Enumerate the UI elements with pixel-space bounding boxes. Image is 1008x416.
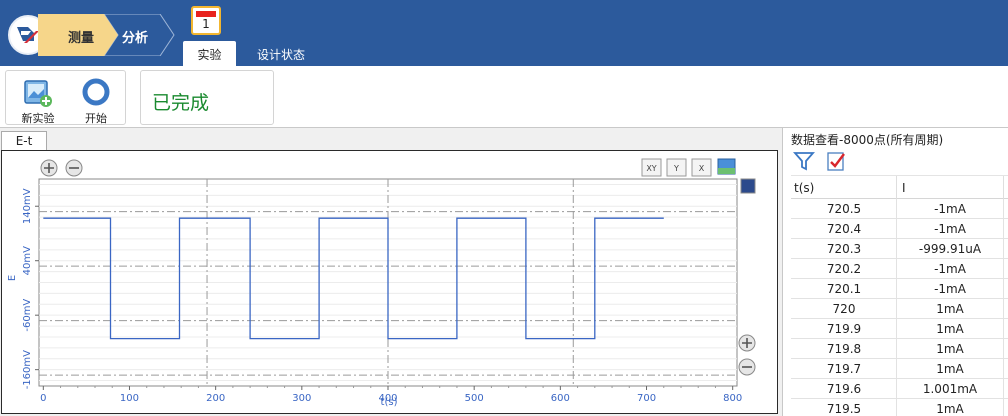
table-row[interactable]: 719.9 1mA <box>791 319 1008 339</box>
zoom-in-icon[interactable] <box>40 159 58 177</box>
x-axis-label: t(s) <box>381 397 398 408</box>
fit-xy-icon[interactable]: XY <box>641 158 662 177</box>
table-row[interactable]: 719.8 1mA <box>791 339 1008 359</box>
table-row[interactable]: 719.5 1mA <box>791 399 1008 416</box>
plot-axes: 0 100 200 300 400 500 600 700 800140mV40mV-60mV-… <box>22 188 742 404</box>
table-row[interactable]: 720 1mA <box>791 299 1008 319</box>
cell-t: 720.4 <box>826 222 862 236</box>
y-tick-label: -160mV <box>22 350 33 389</box>
svg-text:XY: XY <box>646 164 656 173</box>
status-panel: 已完成 <box>140 70 274 125</box>
fit-y-icon[interactable]: Y <box>666 158 687 177</box>
start-button[interactable]: 开始 <box>74 77 118 125</box>
fit-x-icon[interactable]: X <box>691 158 712 177</box>
cell-i: -1mA <box>934 222 966 236</box>
ribbon-toolbar: 新实验 开始 已完成 <box>0 66 1008 128</box>
table-row[interactable]: 719.7 1mA <box>791 359 1008 379</box>
new-experiment-button[interactable]: 新实验 <box>16 77 60 125</box>
calendar-day: 1 <box>202 17 210 31</box>
table-row[interactable]: 719.6 1.001mA <box>791 379 1008 399</box>
chart-frame: XY Y X 0 100 200 300 400 500 600 700 800… <box>1 150 778 414</box>
cell-i: -1mA <box>934 262 966 276</box>
table-row[interactable]: 720.2 -1mA <box>791 259 1008 279</box>
breadcrumb-analysis-label: 分析 <box>122 31 149 46</box>
cell-i: -1mA <box>934 282 966 296</box>
data-view-title: 数据查看-8000点(所有周期) <box>791 133 944 147</box>
ribbon-group-actions: 新实验 开始 <box>5 70 126 125</box>
y-axis-label: E <box>7 275 18 281</box>
table-row[interactable]: 720.3 -999.91uA <box>791 239 1008 259</box>
filter-icon[interactable] <box>793 150 815 172</box>
app-window: 分析 测量 1 实验 设计状态 新实验 开始 已完成 E-t XY Y X 0 … <box>0 0 1008 416</box>
x-tick-label: 700 <box>637 393 656 404</box>
y-tick-label: -60mV <box>22 299 33 332</box>
cell-t: 720.3 <box>826 242 862 256</box>
cell-t: 720 <box>832 302 856 316</box>
x-tick-label: 800 <box>723 393 742 404</box>
table-row[interactable]: 720.4 -1mA <box>791 219 1008 239</box>
calendar-icon[interactable]: 1 <box>191 6 221 35</box>
y-zoom-out-icon[interactable] <box>738 358 756 376</box>
svg-text:X: X <box>699 164 705 173</box>
tab-e-t[interactable]: E-t <box>1 131 47 151</box>
cell-t: 719.8 <box>826 342 862 356</box>
column-header-t[interactable]: t(s) <box>794 181 814 195</box>
cell-i: 1mA <box>936 362 964 376</box>
x-tick-label: 500 <box>465 393 484 404</box>
x-tick-label: 100 <box>120 393 139 404</box>
tab-experiment[interactable]: 实验 <box>183 41 236 66</box>
zoom-out-icon[interactable] <box>65 159 83 177</box>
cell-i: -1mA <box>934 202 966 216</box>
y-zoom-in-icon[interactable] <box>738 334 756 352</box>
cell-t: 719.5 <box>826 402 862 416</box>
table-row[interactable]: 720.1 -1mA <box>791 279 1008 299</box>
image-icon[interactable] <box>717 158 736 175</box>
y-tick-label: 40mV <box>22 246 33 275</box>
cell-i: 1mA <box>936 322 964 336</box>
start-label: 开始 <box>85 112 107 125</box>
cell-t: 719.7 <box>826 362 862 376</box>
x-tick-label: 300 <box>292 393 311 404</box>
cell-i: 1.001mA <box>922 382 978 396</box>
breadcrumb-measure[interactable]: 测量 <box>38 14 122 56</box>
series-legend-swatch[interactable] <box>740 178 756 194</box>
table-header: t(s) I <box>791 175 1008 200</box>
x-tick-label: 200 <box>206 393 225 404</box>
tab-design-status[interactable]: 设计状态 <box>246 41 316 66</box>
chart-pane: E-t XY Y X 0 100 200 300 400 500 600 700… <box>0 130 780 416</box>
cell-t: 720.5 <box>826 202 862 216</box>
breadcrumb-measure-label: 测量 <box>68 31 95 46</box>
cell-i: 1mA <box>936 342 964 356</box>
new-experiment-label: 新实验 <box>21 112 55 125</box>
x-tick-label: 0 <box>40 393 46 404</box>
cell-i: 1mA <box>936 302 964 316</box>
x-tick-label: 600 <box>551 393 570 404</box>
cell-i: 1mA <box>936 402 964 416</box>
cell-t: 720.1 <box>826 282 862 296</box>
data-view-panel: 数据查看-8000点(所有周期) t(s) I 720.5 -1mA 720.4 -1… <box>782 128 1008 416</box>
new-experiment-icon <box>24 80 52 107</box>
select-columns-icon[interactable] <box>825 150 847 172</box>
table-row[interactable]: 720.5 -1mA <box>791 199 1008 219</box>
start-icon <box>82 78 110 106</box>
status-text: 已完成 <box>152 92 210 114</box>
cell-t: 720.2 <box>826 262 862 276</box>
y-tick-label: 140mV <box>22 188 33 224</box>
cell-i: -999.91uA <box>918 242 982 256</box>
column-header-i[interactable]: I <box>902 181 906 195</box>
chart-canvas[interactable]: XY Y X 0 100 200 300 400 500 600 700 800… <box>2 151 777 413</box>
cell-t: 719.6 <box>826 382 862 396</box>
top-bar: 分析 测量 1 实验 设计状态 <box>0 0 1008 66</box>
svg-text:Y: Y <box>673 164 679 173</box>
cell-t: 719.9 <box>826 322 862 336</box>
